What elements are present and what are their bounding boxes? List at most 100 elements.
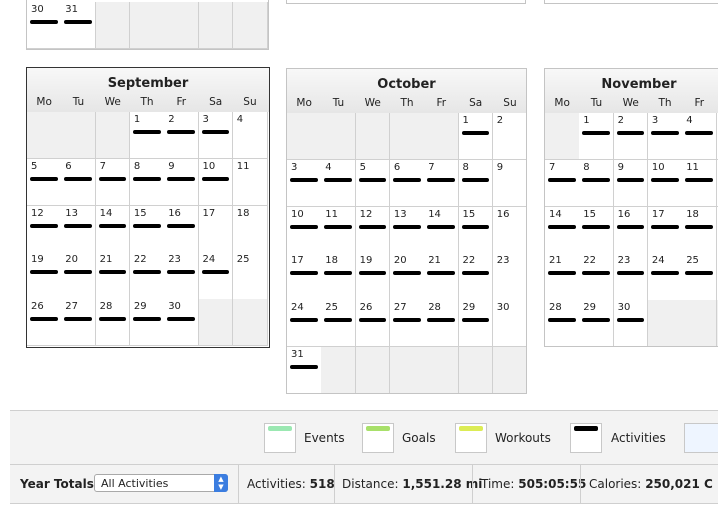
day-cell[interactable]: 26: [355, 300, 391, 348]
activity-bar[interactable]: [427, 271, 455, 276]
day-cell[interactable]: 23: [492, 253, 526, 301]
activity-bar[interactable]: [30, 20, 58, 24]
activity-bar[interactable]: [324, 177, 353, 182]
activity-bar[interactable]: [324, 224, 353, 229]
activity-bar[interactable]: [167, 317, 195, 322]
day-cell[interactable]: 12: [355, 206, 391, 254]
day-cell[interactable]: 23: [613, 253, 649, 301]
activity-bar[interactable]: [582, 318, 611, 323]
day-cell[interactable]: 10: [198, 158, 234, 207]
day-cell[interactable]: 20: [61, 252, 97, 300]
activity-bar[interactable]: [290, 177, 318, 182]
month-october[interactable]: October Mo Tu We Th Fr Sa Su 1 2 3 4 5 6 7 8 9 10 11 12 13 14…: [286, 68, 527, 394]
activity-bar[interactable]: [616, 131, 645, 135]
activity-bar[interactable]: [290, 365, 318, 369]
activity-bar[interactable]: [392, 224, 421, 229]
day-cell[interactable]: 4: [321, 159, 357, 208]
day-cell[interactable]: 25: [682, 253, 717, 301]
day-cell[interactable]: 30: [492, 300, 526, 348]
day-cell[interactable]: 14: [545, 206, 580, 254]
activity-bar[interactable]: [461, 271, 490, 276]
activity-bar[interactable]: [30, 270, 58, 275]
day-cell[interactable]: 15: [129, 205, 165, 253]
day-cell[interactable]: 8: [458, 159, 494, 208]
day-cell[interactable]: 22: [458, 253, 494, 301]
day-cell[interactable]: 31: [287, 347, 322, 393]
activity-bar[interactable]: [358, 177, 387, 182]
activity-bar[interactable]: [685, 131, 713, 135]
day-cell[interactable]: 27: [389, 300, 425, 348]
activity-bar[interactable]: [616, 318, 645, 323]
activity-bar[interactable]: [167, 176, 195, 181]
activity-bar[interactable]: [582, 177, 611, 182]
activity-bar[interactable]: [132, 317, 161, 322]
activity-bar[interactable]: [64, 223, 93, 228]
events-swatch[interactable]: [264, 423, 296, 453]
month-september[interactable]: September Mo Tu We Th Fr Sa Su 1 2 3 4 5 6 7 8 9 10 11 12 13…: [26, 67, 270, 348]
activity-bar[interactable]: [98, 223, 127, 228]
activity-bar[interactable]: [358, 318, 387, 323]
extra-swatch[interactable]: [684, 423, 718, 453]
day-cell[interactable]: 15: [579, 206, 615, 254]
activity-bar[interactable]: [30, 176, 58, 181]
activity-bar[interactable]: [582, 224, 611, 229]
day-cell[interactable]: 5: [27, 158, 62, 207]
day-cell[interactable]: 29: [129, 299, 165, 347]
day-cell[interactable]: 8: [579, 159, 615, 208]
day-cell[interactable]: 4: [232, 112, 268, 160]
day-cell[interactable]: 21: [95, 252, 131, 300]
activity-bar[interactable]: [64, 176, 93, 181]
day-cell[interactable]: 13: [61, 205, 97, 253]
activity-bar[interactable]: [461, 177, 490, 182]
activity-bar[interactable]: [650, 131, 679, 135]
activity-bar[interactable]: [461, 131, 490, 135]
activity-bar[interactable]: [427, 224, 455, 229]
activity-bar[interactable]: [98, 176, 127, 181]
day-cell[interactable]: 11: [682, 159, 717, 208]
day-cell[interactable]: 28: [545, 300, 580, 346]
activity-bar[interactable]: [290, 318, 318, 323]
goals-swatch[interactable]: [362, 423, 394, 453]
activity-bar[interactable]: [98, 270, 127, 275]
day-cell[interactable]: 6: [389, 159, 425, 208]
day-cell[interactable]: 18: [232, 205, 268, 253]
day-cell[interactable]: 2: [164, 112, 199, 160]
activity-bar[interactable]: [167, 223, 195, 228]
day-cell[interactable]: 28: [95, 299, 131, 347]
activity-bar[interactable]: [132, 130, 161, 134]
activity-bar[interactable]: [290, 271, 318, 276]
day-cell[interactable]: 5: [355, 159, 391, 208]
day-cell[interactable]: 16: [492, 206, 526, 254]
day-cell[interactable]: 24: [287, 300, 322, 348]
day-cell[interactable]: 7: [95, 158, 131, 207]
activity-bar[interactable]: [650, 271, 679, 276]
activity-filter-select[interactable]: All Activities ▲ ▼: [94, 474, 228, 492]
activity-bar[interactable]: [201, 176, 230, 181]
activity-bar[interactable]: [201, 130, 230, 134]
day-cell[interactable]: 7: [545, 159, 580, 208]
day-cell[interactable]: 17: [647, 206, 683, 254]
activity-bar[interactable]: [650, 224, 679, 229]
day-cell[interactable]: 30: [27, 2, 62, 49]
day-cell[interactable]: 19: [27, 252, 62, 300]
day-cell[interactable]: 15: [458, 206, 494, 254]
day-cell[interactable]: 16: [164, 205, 199, 253]
activity-bar[interactable]: [358, 224, 387, 229]
activity-bar[interactable]: [582, 271, 611, 276]
day-cell[interactable]: 28: [424, 300, 459, 348]
day-cell[interactable]: 11: [232, 158, 268, 207]
activity-bar[interactable]: [132, 270, 161, 275]
activity-bar[interactable]: [392, 177, 421, 182]
activity-bar[interactable]: [98, 317, 127, 322]
day-cell[interactable]: 2: [613, 113, 649, 161]
activity-bar[interactable]: [290, 224, 318, 229]
day-cell[interactable]: 21: [545, 253, 580, 301]
activity-bar[interactable]: [392, 271, 421, 276]
day-cell[interactable]: 29: [579, 300, 615, 346]
day-cell[interactable]: 11: [321, 206, 357, 254]
activity-bar[interactable]: [30, 317, 58, 322]
day-cell[interactable]: 9: [492, 159, 526, 208]
day-cell[interactable]: 22: [129, 252, 165, 300]
activity-bar[interactable]: [548, 224, 576, 229]
activity-bar[interactable]: [64, 317, 93, 322]
